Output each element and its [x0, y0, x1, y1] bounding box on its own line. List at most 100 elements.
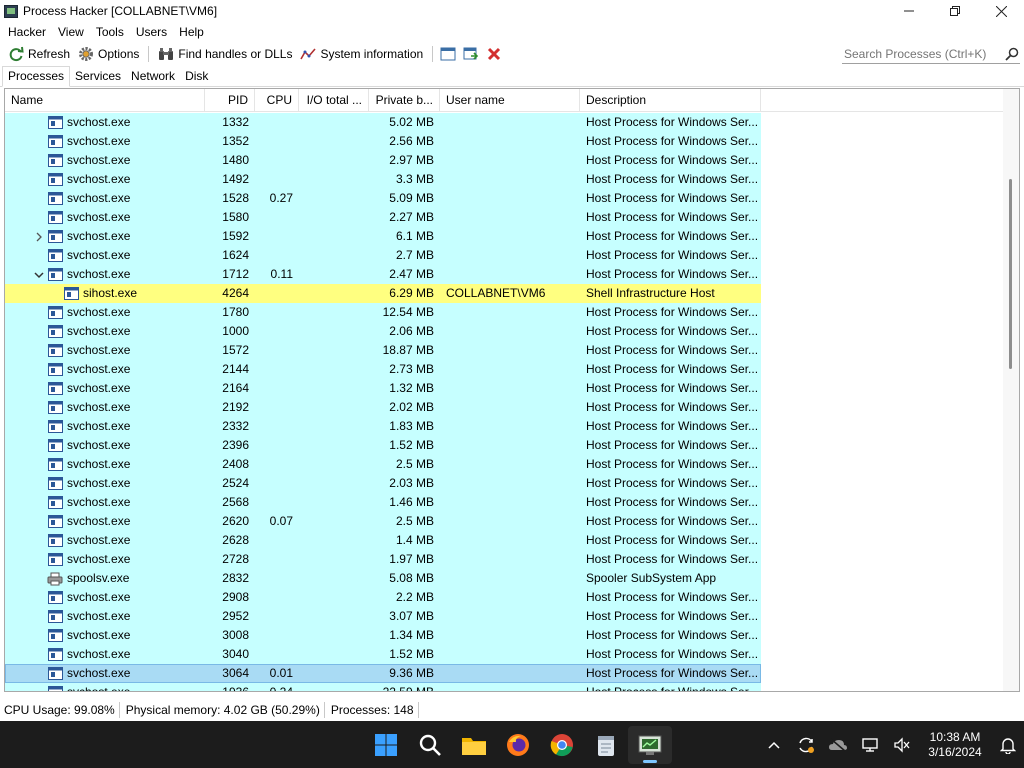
- pid-cell: 2908: [222, 590, 249, 604]
- process-name: svchost.exe: [67, 628, 131, 642]
- process-name: svchost.exe: [67, 476, 131, 490]
- table-row[interactable]: svchost.exe 1000 2.06 MB Host Process for W…: [5, 322, 761, 341]
- table-row[interactable]: svchost.exe 2524 2.03 MB Host Process for W…: [5, 474, 761, 493]
- table-row[interactable]: svchost.exe 2952 3.07 MB Host Process for W…: [5, 607, 761, 626]
- sync-icon[interactable]: [790, 721, 822, 768]
- description-cell: Host Process for Windows Ser...: [586, 419, 759, 433]
- table-row[interactable]: svchost.exe 2396 1.52 MB Host Process for W…: [5, 436, 761, 455]
- process-name: svchost.exe: [67, 552, 131, 566]
- table-row[interactable]: svchost.exe 2144 2.73 MB Host Process for W…: [5, 360, 761, 379]
- pid-cell: 3040: [222, 647, 249, 661]
- column-io-total[interactable]: I/O total ...: [299, 89, 369, 112]
- column-cpu[interactable]: CPU: [255, 89, 299, 112]
- tab-services[interactable]: Services: [70, 67, 126, 86]
- table-row[interactable]: svchost.exe 2408 2.5 MB Host Process for Wi…: [5, 455, 761, 474]
- table-row[interactable]: svchost.exe 2568 1.46 MB Host Process for W…: [5, 493, 761, 512]
- table-row[interactable]: svchost.exe 2164 1.32 MB Host Process for W…: [5, 379, 761, 398]
- menu-tools[interactable]: Tools: [90, 22, 130, 42]
- table-row[interactable]: svchost.exe 1492 3.3 MB Host Process for Wi…: [5, 170, 761, 189]
- table-row[interactable]: svchost.exe 1528 0.27 5.09 MB Host Process f…: [5, 189, 761, 208]
- cpu-cell: [255, 417, 299, 436]
- chrome-icon[interactable]: [540, 726, 584, 764]
- tab-network[interactable]: Network: [126, 67, 180, 86]
- column-private-bytes[interactable]: Private b...: [369, 89, 440, 112]
- table-row[interactable]: svchost.exe 2332 1.83 MB Host Process for W…: [5, 417, 761, 436]
- table-row[interactable]: svchost.exe 1780 12.54 MB Host Process for …: [5, 303, 761, 322]
- maximize-button[interactable]: [932, 0, 978, 22]
- restore-icon: [950, 6, 960, 16]
- clock[interactable]: 10:38 AM 3/16/2024: [918, 730, 992, 760]
- table-row[interactable]: svchost.exe 1592 6.1 MB Host Process for Wi…: [5, 227, 761, 246]
- volume-muted-icon[interactable]: [886, 721, 918, 768]
- process-tree[interactable]: Name PID CPU I/O total ... Private b... …: [4, 88, 1020, 692]
- start-icon[interactable]: [364, 726, 408, 764]
- search-input[interactable]: [844, 46, 1004, 61]
- table-row[interactable]: spoolsv.exe 2832 5.08 MB Spooler SubSystem …: [5, 569, 761, 588]
- table-row[interactable]: svchost.exe 2908 2.2 MB Host Process for Wi…: [5, 588, 761, 607]
- table-row[interactable]: svchost.exe 1936 0.24 22.59 MB Host Process …: [5, 683, 761, 691]
- table-row[interactable]: svchost.exe 2728 1.97 MB Host Process for W…: [5, 550, 761, 569]
- private-bytes-cell: 1.52 MB: [389, 647, 434, 661]
- collapse-chevron-icon[interactable]: [31, 265, 47, 284]
- network-icon[interactable]: [854, 721, 886, 768]
- table-row[interactable]: svchost.exe 1332 5.02 MB Host Process for W…: [5, 113, 761, 132]
- notification-bell-icon[interactable]: [992, 721, 1024, 768]
- minimize-button[interactable]: [886, 0, 932, 22]
- vertical-scrollbar[interactable]: [1003, 89, 1019, 691]
- table-row[interactable]: sihost.exe 4264 6.29 MB COLLABNET\VM6 Shell …: [5, 284, 761, 303]
- window-go-icon[interactable]: [461, 44, 481, 64]
- table-row[interactable]: svchost.exe 3008 1.34 MB Host Process for W…: [5, 626, 761, 645]
- onedrive-icon[interactable]: [822, 721, 854, 768]
- table-row[interactable]: svchost.exe 3064 0.01 9.36 MB Host Process f…: [5, 664, 761, 683]
- chevron-up-icon[interactable]: [758, 721, 790, 768]
- service-host-icon: [47, 591, 63, 605]
- table-row[interactable]: svchost.exe 1352 2.56 MB Host Process for W…: [5, 132, 761, 151]
- file-explorer-icon[interactable]: [452, 726, 496, 764]
- options-button[interactable]: Options: [74, 44, 143, 64]
- cpu-cell: [255, 474, 299, 493]
- table-row[interactable]: svchost.exe 2192 2.02 MB Host Process for W…: [5, 398, 761, 417]
- process-count-status: Processes: 148: [327, 702, 419, 718]
- cpu-cell: [255, 398, 299, 417]
- table-row[interactable]: svchost.exe 1480 2.97 MB Host Process for W…: [5, 151, 761, 170]
- tab-disk[interactable]: Disk: [180, 67, 213, 86]
- io-total-cell: [299, 455, 369, 474]
- table-row[interactable]: svchost.exe 1712 0.11 2.47 MB Host Process f…: [5, 265, 761, 284]
- firefox-icon[interactable]: [496, 726, 540, 764]
- process-name-cell: svchost.exe: [5, 132, 205, 151]
- search-icon[interactable]: [408, 726, 452, 764]
- description-cell: Host Process for Windows Ser...: [586, 248, 759, 262]
- menu-help[interactable]: Help: [173, 22, 210, 42]
- process-hacker-icon[interactable]: [628, 726, 672, 764]
- cpu-usage-status: CPU Usage: 99.08%: [0, 702, 120, 718]
- tab-processes[interactable]: Processes: [2, 66, 71, 87]
- expand-chevron-icon[interactable]: [31, 227, 47, 246]
- terminate-icon[interactable]: [484, 44, 504, 64]
- table-row[interactable]: svchost.exe 1580 2.27 MB Host Process for W…: [5, 208, 761, 227]
- search-icon[interactable]: [1004, 46, 1020, 62]
- table-row[interactable]: svchost.exe 1572 18.87 MB Host Process for …: [5, 341, 761, 360]
- table-row[interactable]: svchost.exe 2620 0.07 2.5 MB Host Process fo…: [5, 512, 761, 531]
- notepad-icon[interactable]: [584, 726, 628, 764]
- pid-cell: 2408: [222, 457, 249, 471]
- user-name-cell: [440, 341, 580, 360]
- system-information-button[interactable]: System information: [296, 44, 427, 64]
- table-row[interactable]: svchost.exe 1624 2.7 MB Host Process for Wi…: [5, 246, 761, 265]
- column-user-name[interactable]: User name: [440, 89, 580, 112]
- table-row[interactable]: svchost.exe 2628 1.4 MB Host Process for Wi…: [5, 531, 761, 550]
- menu-users[interactable]: Users: [130, 22, 173, 42]
- find-handles-button[interactable]: Find handles or DLLs: [154, 44, 296, 64]
- menu-view[interactable]: View: [52, 22, 90, 42]
- io-total-cell: [299, 436, 369, 455]
- scrollbar-thumb[interactable]: [1009, 179, 1012, 369]
- column-name[interactable]: Name: [5, 89, 205, 112]
- private-bytes-cell: 1.97 MB: [389, 552, 434, 566]
- table-row[interactable]: svchost.exe 3040 1.52 MB Host Process for W…: [5, 645, 761, 664]
- close-button[interactable]: [978, 0, 1024, 22]
- window-icon[interactable]: [438, 44, 458, 64]
- refresh-button[interactable]: Refresh: [4, 44, 74, 64]
- pid-cell: 2568: [222, 495, 249, 509]
- column-pid[interactable]: PID: [205, 89, 255, 112]
- column-description[interactable]: Description: [580, 89, 761, 112]
- menu-hacker[interactable]: Hacker: [2, 22, 52, 42]
